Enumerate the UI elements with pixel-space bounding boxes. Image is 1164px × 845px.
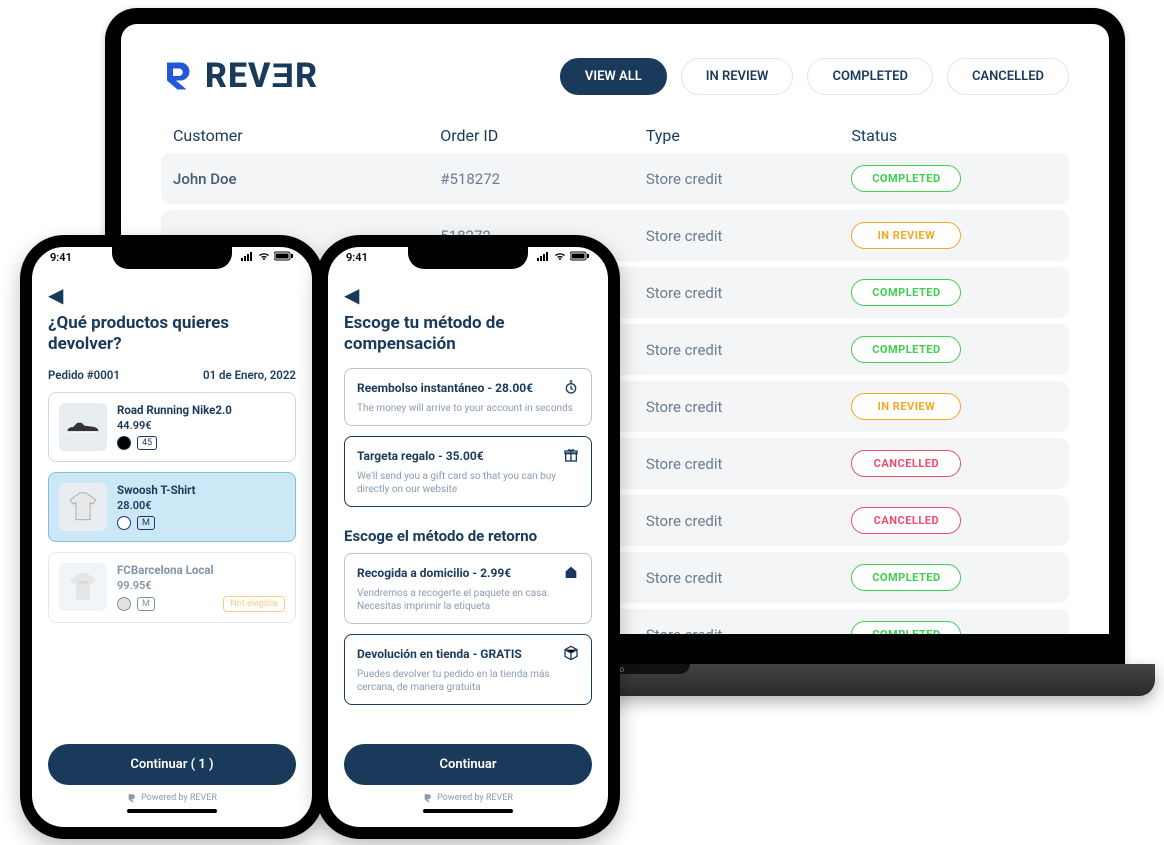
- option-card[interactable]: Recogida a domicilio - 2.99€ Vendremos a …: [344, 553, 592, 624]
- battery-icon: [570, 251, 590, 261]
- color-swatch: [117, 597, 131, 611]
- option-title: Devolución en tienda - GRATIS: [357, 647, 522, 661]
- rever-logo-icon: [161, 58, 197, 94]
- col-type: Type: [646, 126, 852, 145]
- status-time: 9:41: [346, 251, 368, 264]
- status-badge: IN REVIEW: [851, 222, 961, 249]
- option-card[interactable]: Devolución en tienda - GRATIS Puedes devo…: [344, 634, 592, 705]
- cell-type: Store credit: [646, 227, 852, 245]
- page-title: Escoge tu método de compensación: [344, 313, 592, 356]
- phone-statusbar: 9:41: [32, 251, 312, 264]
- color-swatch: [117, 436, 131, 450]
- status-badge: CANCELLED: [851, 507, 961, 534]
- status-badge: IN REVIEW: [851, 393, 961, 420]
- powered-by: Powered by REVER: [48, 793, 296, 803]
- status-badge: COMPLETED: [851, 165, 961, 192]
- option-card[interactable]: Reembolso instantáneo - 28.00€ The money …: [344, 368, 592, 426]
- size-badge: M: [137, 516, 155, 530]
- rever-mini-icon: [127, 793, 137, 803]
- product-card[interactable]: Road Running Nike2.0 44.99€ 45: [48, 392, 296, 462]
- phone-device-products: 9:41 ◀ ¿Qué productos quieres devolver? …: [20, 235, 324, 839]
- box-icon: [563, 645, 579, 664]
- status-badge: CANCELLED: [851, 450, 961, 477]
- option-subtitle: Vendremos a recogerte el paquete en casa…: [357, 587, 579, 613]
- product-card[interactable]: Swoosh T-Shirt 28.00€ M: [48, 472, 296, 542]
- product-price: 44.99€: [117, 419, 285, 432]
- option-title: Reembolso instantáneo - 28.00€: [357, 381, 533, 395]
- cell-type: Store credit: [646, 170, 852, 188]
- option-title: Recogida a domicilio - 2.99€: [357, 566, 511, 580]
- brand-name: REVƎR: [205, 56, 318, 96]
- stopwatch-icon: [563, 379, 579, 398]
- cell-orderid: #518272: [440, 170, 646, 188]
- product-thumb: [59, 403, 107, 451]
- col-orderid: Order ID: [440, 126, 646, 145]
- option-title: Targeta regalo - 35.00€: [357, 449, 484, 463]
- status-badge: COMPLETED: [851, 336, 961, 363]
- powered-by: Powered by REVER: [344, 793, 592, 803]
- product-price: 99.95€: [117, 579, 285, 592]
- status-icons: [241, 251, 294, 264]
- status-badge: COMPLETED: [851, 564, 961, 591]
- size-badge: M: [137, 597, 155, 611]
- back-button[interactable]: ◀: [48, 283, 296, 307]
- home-icon: [563, 564, 579, 583]
- order-label: Pedido #0001: [48, 368, 120, 382]
- cell-type: Store credit: [646, 626, 852, 644]
- product-name: Swoosh T-Shirt: [117, 483, 285, 497]
- status-badge: COMPLETED: [851, 279, 961, 306]
- status-icons: [537, 251, 590, 264]
- back-button[interactable]: ◀: [344, 283, 592, 307]
- home-indicator[interactable]: [127, 809, 217, 813]
- section-title-return: Escoge el método de retorno: [344, 527, 592, 545]
- continue-button[interactable]: Continuar ( 1 ): [48, 744, 296, 785]
- signal-icon: [537, 251, 551, 261]
- gift-icon: [563, 447, 579, 466]
- cell-type: Store credit: [646, 512, 852, 530]
- cell-type: Store credit: [646, 569, 852, 587]
- continue-button[interactable]: Continuar: [344, 744, 592, 785]
- status-time: 9:41: [50, 251, 72, 264]
- rever-mini-icon: [423, 793, 433, 803]
- product-name: Road Running Nike2.0: [117, 403, 285, 417]
- option-subtitle: We'll send you a gift card so that you c…: [357, 470, 579, 496]
- product-price: 28.00€: [117, 499, 285, 512]
- home-indicator[interactable]: [423, 809, 513, 813]
- cell-customer: John Doe: [173, 170, 440, 188]
- wifi-icon: [553, 251, 567, 261]
- tab-review[interactable]: IN REVIEW: [681, 58, 794, 95]
- filter-tabs: VIEW ALL IN REVIEW COMPLETED CANCELLED: [560, 58, 1069, 95]
- table-header: Customer Order ID Type Status: [161, 126, 1069, 153]
- table-row[interactable]: John Doe#518272Store creditCOMPLETED: [161, 153, 1069, 204]
- product-thumb: [59, 483, 107, 531]
- col-customer: Customer: [173, 126, 440, 145]
- option-subtitle: The money will arrive to your account in…: [357, 402, 579, 415]
- battery-icon: [274, 251, 294, 261]
- cell-type: Store credit: [646, 341, 852, 359]
- page-title: ¿Qué productos quieres devolver?: [48, 313, 296, 356]
- wifi-icon: [257, 251, 271, 261]
- cell-type: Store credit: [646, 398, 852, 416]
- phone-device-compensation: 9:41 ◀ Escoge tu método de compensación …: [316, 235, 620, 839]
- option-card[interactable]: Targeta regalo - 35.00€ We'll send you a …: [344, 436, 592, 507]
- signal-icon: [241, 251, 255, 261]
- tab-completed[interactable]: COMPLETED: [807, 58, 932, 95]
- option-subtitle: Puedes devolver tu pedido en la tienda m…: [357, 668, 579, 694]
- order-date: 01 de Enero, 2022: [203, 368, 296, 382]
- status-badge: COMPLETED: [851, 621, 961, 648]
- phone-statusbar: 9:41: [328, 251, 608, 264]
- product-thumb: [59, 563, 107, 611]
- size-badge: 45: [137, 436, 157, 450]
- product-name: FCBarcelona Local: [117, 563, 285, 577]
- product-card: FCBarcelona Local 99.95€ M Not elegible: [48, 552, 296, 623]
- tab-cancelled[interactable]: CANCELLED: [947, 58, 1069, 95]
- brand-logo: REVƎR: [161, 56, 318, 96]
- cell-type: Store credit: [646, 455, 852, 473]
- not-eligible-tag: Not elegible: [223, 596, 285, 612]
- color-swatch: [117, 516, 131, 530]
- cell-type: Store credit: [646, 284, 852, 302]
- tab-all[interactable]: VIEW ALL: [560, 58, 667, 95]
- col-status: Status: [851, 126, 1057, 145]
